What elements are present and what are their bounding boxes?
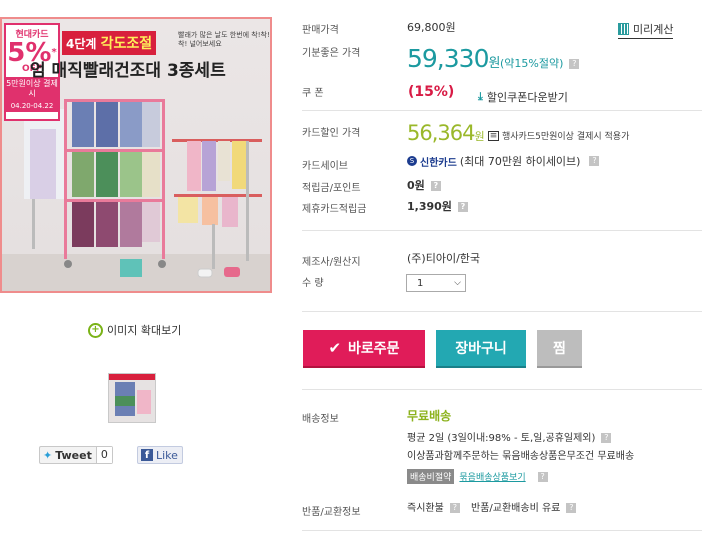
partner-points-value: 1,390원? <box>407 198 468 214</box>
wishlist-label: 찜 <box>553 341 566 357</box>
order-now-button[interactable]: ✔ 바로주문 <box>303 330 425 366</box>
divider <box>302 230 702 231</box>
help-icon[interactable]: ? <box>430 181 441 191</box>
good-price-value: 59,330원 <box>407 44 500 73</box>
return-value: 즉시환불? 반품/교환배송비 유료? <box>407 499 577 514</box>
twitter-bird-icon: ✦ <box>43 448 53 462</box>
tweet-button[interactable]: ✦ Tweet 0 <box>39 446 113 464</box>
bundle-tag: 배송비절약 <box>407 469 455 484</box>
image-headline-main: 엄 매직빨래건조대 3종세트 <box>30 61 226 81</box>
card-price-value: 56,364원 <box>407 121 485 145</box>
tweet-label: Tweet <box>55 448 92 462</box>
bundle-shipping-text: 이상품과함께주문하는 묶음배송상품은무조건 무료배송 <box>407 451 635 462</box>
zoom-image-label: 이미지 확대보기 <box>107 324 182 337</box>
help-icon[interactable]: ? <box>457 202 468 212</box>
card-save-bank: 신한카드 <box>420 157 457 169</box>
image-headline-box: 4단계 각도조절 <box>62 31 157 55</box>
card-save-text: (최대 70만원 하이세이브) <box>459 155 581 168</box>
help-icon[interactable]: ? <box>589 156 600 166</box>
card-save-value: S 신한카드 (최대 70만원 하이세이브) ? <box>407 153 600 169</box>
help-icon[interactable]: ? <box>537 471 548 482</box>
zoom-image-button[interactable]: + 이미지 확대보기 <box>88 322 181 338</box>
badge-period: 04.20-04.22 <box>6 101 58 112</box>
points-value: 0원? <box>407 177 441 193</box>
facebook-like-button[interactable]: f Like <box>137 446 183 464</box>
shipping-label: 배송정보 <box>302 414 339 425</box>
check-icon: ✔ <box>328 339 342 357</box>
sale-price-value: 69,800원 <box>407 21 456 34</box>
coupon-percent: (15%) <box>408 84 455 100</box>
divider <box>302 311 702 312</box>
thumbnail-image <box>109 374 155 422</box>
calc-label: 미리계산 <box>633 23 674 36</box>
cart-label: 장바구니 <box>455 341 507 357</box>
sale-price-label: 판매가격 <box>302 25 339 36</box>
quantity-select[interactable]: 1 ⌵ <box>406 274 466 292</box>
coupon-download-link[interactable]: ⤓ 할인쿠폰다운받기 <box>478 89 568 105</box>
bundle-shipping-row: 배송비절약 묶음배송상품보기 ? <box>407 469 548 484</box>
divider <box>302 530 702 531</box>
product-image: 현대카드 5%* OFF 5만원이상 결제시 04.20-04.22 4단계 각… <box>0 17 272 293</box>
card-save-label: 카드세이브 <box>302 161 348 172</box>
good-price-note: (약15%절약)? <box>500 55 580 71</box>
shipping-average: 평균 2일 (3일이내:98% - 토,일,공휴일제외)? <box>407 429 612 444</box>
coupon-download-label: 할인쿠폰다운받기 <box>486 91 568 104</box>
zoom-in-icon: + <box>88 322 103 338</box>
bundle-shipping-link[interactable]: 묶음배송상품보기 <box>459 470 525 483</box>
facebook-icon: f <box>141 449 153 461</box>
partner-points-label: 제휴카드적립금 <box>302 204 367 215</box>
add-to-cart-button[interactable]: 장바구니 <box>436 330 526 366</box>
card-price-label: 카드할인 가격 <box>302 128 361 139</box>
help-icon[interactable]: ? <box>569 59 580 69</box>
coupon-label: 쿠 폰 <box>302 88 324 99</box>
help-icon[interactable]: ? <box>449 503 460 513</box>
help-icon[interactable]: ? <box>566 503 577 513</box>
help-icon[interactable]: ? <box>601 433 612 443</box>
quantity-label: 수 량 <box>302 278 324 289</box>
card-icon: ≡ <box>488 130 499 141</box>
quantity-value: 1 <box>417 277 424 289</box>
image-headline-highlight: 각도조절 <box>100 36 153 52</box>
maker-label: 제조사/원산지 <box>302 257 361 268</box>
free-shipping-text: 무료배송 <box>407 409 452 423</box>
divider <box>302 110 702 111</box>
good-price-label: 기분좋은 가격 <box>302 48 361 59</box>
image-headline-sub: 빨래가 많은 날도 한번에 착!착!착! 널어보세요 <box>178 31 270 48</box>
maker-value: (주)티아이/한국 <box>407 252 481 265</box>
return-label: 반품/교환정보 <box>302 507 361 518</box>
divider <box>302 389 702 390</box>
shinhan-card-icon: S <box>407 156 417 166</box>
chevron-down-icon: ⌵ <box>454 278 461 288</box>
order-now-label: 바로주문 <box>348 341 400 357</box>
like-label: Like <box>156 448 178 462</box>
wishlist-button[interactable]: 찜 <box>537 330 582 366</box>
calculator-icon <box>618 23 629 35</box>
product-thumbnail[interactable] <box>108 373 156 423</box>
tweet-count: 0 <box>95 447 112 463</box>
points-label: 적립금/포인트 <box>302 183 361 194</box>
price-calculator-link[interactable]: 미리계산 <box>618 21 674 39</box>
card-price-note: ≡ 행사카드5만원이상 결제시 적용가 <box>488 130 630 142</box>
download-icon: ⤓ <box>478 90 483 103</box>
